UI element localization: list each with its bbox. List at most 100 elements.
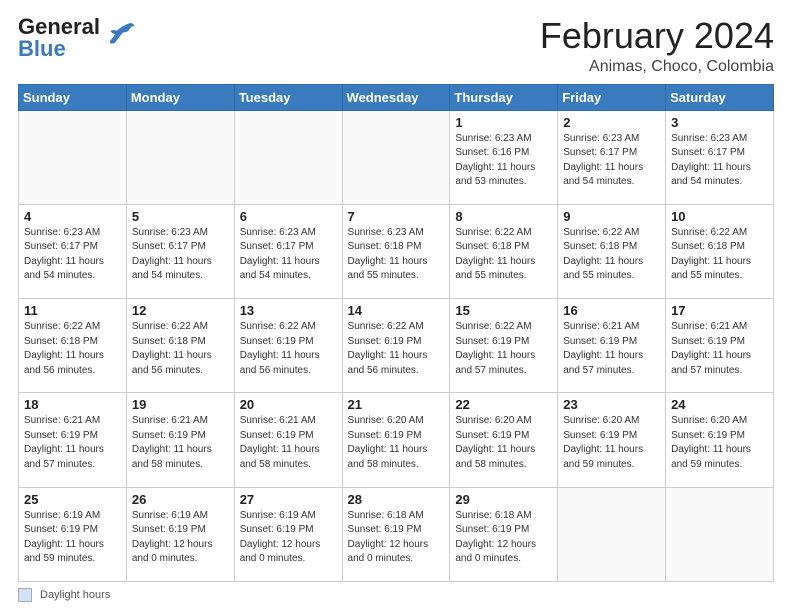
day-info: Daylight: 11 hours <box>240 349 337 364</box>
day-info: Sunset: 6:17 PM <box>563 146 660 161</box>
day-info: Daylight: 11 hours <box>455 349 552 364</box>
day-info: Sunrise: 6:22 AM <box>348 320 445 335</box>
day-number: 3 <box>671 115 768 130</box>
day-info: Sunset: 6:19 PM <box>240 429 337 444</box>
day-info: Daylight: 11 hours <box>671 161 768 176</box>
day-number: 23 <box>563 397 660 412</box>
logo-general: General <box>18 16 100 38</box>
day-number: 14 <box>348 303 445 318</box>
day-info: Sunset: 6:19 PM <box>455 523 552 538</box>
table-row: 19Sunrise: 6:21 AMSunset: 6:19 PMDayligh… <box>126 393 234 487</box>
day-info: Sunrise: 6:22 AM <box>563 226 660 241</box>
table-row <box>666 487 774 581</box>
day-info: Sunrise: 6:20 AM <box>563 414 660 429</box>
day-info: Sunrise: 6:23 AM <box>24 226 121 241</box>
day-info: Daylight: 11 hours <box>24 349 121 364</box>
daylight-legend-label: Daylight hours <box>40 589 110 601</box>
day-info: Sunrise: 6:23 AM <box>132 226 229 241</box>
col-sunday: Sunday <box>19 84 127 110</box>
day-info: Sunset: 6:17 PM <box>24 240 121 255</box>
day-info: Sunset: 6:18 PM <box>671 240 768 255</box>
day-number: 12 <box>132 303 229 318</box>
day-info: and 57 minutes. <box>563 364 660 379</box>
day-info: Daylight: 11 hours <box>563 161 660 176</box>
day-info: Sunset: 6:19 PM <box>348 523 445 538</box>
day-info: Sunrise: 6:18 AM <box>348 509 445 524</box>
day-info: Sunrise: 6:21 AM <box>24 414 121 429</box>
calendar-week-row: 1Sunrise: 6:23 AMSunset: 6:16 PMDaylight… <box>19 110 774 204</box>
day-info: Sunrise: 6:22 AM <box>24 320 121 335</box>
day-info: Sunset: 6:19 PM <box>671 335 768 350</box>
day-info: Sunset: 6:19 PM <box>455 429 552 444</box>
day-info: Sunset: 6:18 PM <box>348 240 445 255</box>
footer: Daylight hours <box>18 588 774 602</box>
table-row: 20Sunrise: 6:21 AMSunset: 6:19 PMDayligh… <box>234 393 342 487</box>
day-info: Sunset: 6:18 PM <box>132 335 229 350</box>
col-tuesday: Tuesday <box>234 84 342 110</box>
day-number: 16 <box>563 303 660 318</box>
day-info: Daylight: 11 hours <box>132 255 229 270</box>
table-row: 9Sunrise: 6:22 AMSunset: 6:18 PMDaylight… <box>558 204 666 298</box>
day-info: Daylight: 12 hours <box>348 538 445 553</box>
calendar-week-row: 25Sunrise: 6:19 AMSunset: 6:19 PMDayligh… <box>19 487 774 581</box>
header: General Blue February 2024 Animas, Choco… <box>18 16 774 76</box>
day-info: Sunrise: 6:18 AM <box>455 509 552 524</box>
day-info: Sunset: 6:18 PM <box>455 240 552 255</box>
calendar-week-row: 4Sunrise: 6:23 AMSunset: 6:17 PMDaylight… <box>19 204 774 298</box>
page: General Blue February 2024 Animas, Choco… <box>0 0 792 612</box>
day-info: Sunrise: 6:23 AM <box>671 132 768 147</box>
calendar-header-row: Sunday Monday Tuesday Wednesday Thursday… <box>19 84 774 110</box>
day-info: Daylight: 11 hours <box>24 255 121 270</box>
day-number: 20 <box>240 397 337 412</box>
logo: General Blue <box>18 16 136 60</box>
day-info: Sunrise: 6:22 AM <box>455 320 552 335</box>
day-info: Sunrise: 6:21 AM <box>563 320 660 335</box>
table-row: 17Sunrise: 6:21 AMSunset: 6:19 PMDayligh… <box>666 299 774 393</box>
day-info: Sunset: 6:19 PM <box>671 429 768 444</box>
table-row: 3 Sunrise: 6:23 AMSunset: 6:17 PMDaylight… <box>666 110 774 204</box>
table-row: 11Sunrise: 6:22 AMSunset: 6:18 PMDayligh… <box>19 299 127 393</box>
day-info: Sunrise: 6:23 AM <box>455 132 552 147</box>
day-info: Daylight: 12 hours <box>132 538 229 553</box>
day-info: and 58 minutes. <box>348 458 445 473</box>
logo-bird-icon <box>104 18 136 50</box>
day-info: and 0 minutes. <box>240 552 337 567</box>
col-thursday: Thursday <box>450 84 558 110</box>
table-row: 21Sunrise: 6:20 AMSunset: 6:19 PMDayligh… <box>342 393 450 487</box>
day-info: and 0 minutes. <box>348 552 445 567</box>
table-row: 4Sunrise: 6:23 AMSunset: 6:17 PMDaylight… <box>19 204 127 298</box>
day-number: 9 <box>563 209 660 224</box>
day-info: Sunrise: 6:21 AM <box>132 414 229 429</box>
day-info: and 58 minutes. <box>455 458 552 473</box>
day-info: Daylight: 11 hours <box>671 349 768 364</box>
calendar-week-row: 18Sunrise: 6:21 AMSunset: 6:19 PMDayligh… <box>19 393 774 487</box>
day-info: Sunset: 6:17 PM <box>132 240 229 255</box>
day-info: and 59 minutes. <box>24 552 121 567</box>
day-info: Sunrise: 6:21 AM <box>671 320 768 335</box>
table-row: 12Sunrise: 6:22 AMSunset: 6:18 PMDayligh… <box>126 299 234 393</box>
table-row <box>234 110 342 204</box>
day-info: Sunset: 6:18 PM <box>563 240 660 255</box>
month-title: February 2024 <box>540 16 774 56</box>
day-info: and 53 minutes. <box>455 175 552 190</box>
table-row: 29Sunrise: 6:18 AMSunset: 6:19 PMDayligh… <box>450 487 558 581</box>
day-number: 5 <box>132 209 229 224</box>
table-row <box>19 110 127 204</box>
table-row <box>558 487 666 581</box>
table-row: 7Sunrise: 6:23 AMSunset: 6:18 PMDaylight… <box>342 204 450 298</box>
day-info: Sunrise: 6:20 AM <box>671 414 768 429</box>
day-info: Sunrise: 6:22 AM <box>671 226 768 241</box>
day-number: 27 <box>240 492 337 507</box>
day-info: Daylight: 11 hours <box>671 443 768 458</box>
day-info: Sunrise: 6:19 AM <box>240 509 337 524</box>
table-row: 25Sunrise: 6:19 AMSunset: 6:19 PMDayligh… <box>19 487 127 581</box>
day-info: and 0 minutes. <box>455 552 552 567</box>
day-info: Sunset: 6:17 PM <box>671 146 768 161</box>
day-info: Sunrise: 6:22 AM <box>132 320 229 335</box>
day-info: Daylight: 11 hours <box>455 161 552 176</box>
daylight-legend-box <box>18 588 32 602</box>
day-info: Daylight: 11 hours <box>132 443 229 458</box>
table-row: 1Sunrise: 6:23 AMSunset: 6:16 PMDaylight… <box>450 110 558 204</box>
day-number: 22 <box>455 397 552 412</box>
day-info: and 55 minutes. <box>671 269 768 284</box>
